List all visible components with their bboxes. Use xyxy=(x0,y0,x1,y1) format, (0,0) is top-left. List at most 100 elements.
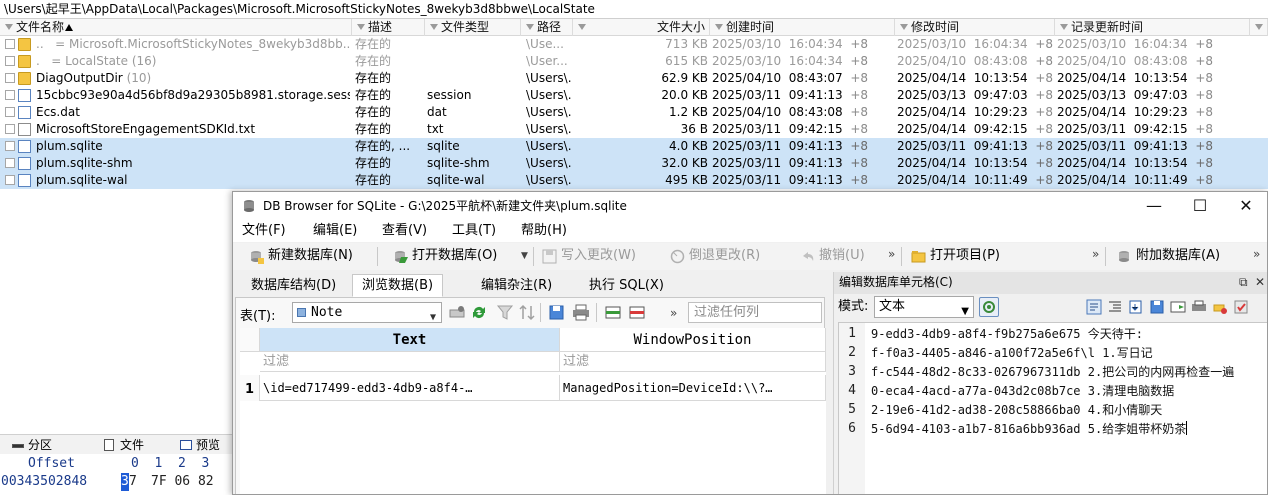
hex-cursor-byte[interactable]: 3 xyxy=(121,473,129,491)
filter-icon[interactable] xyxy=(526,24,534,30)
hex-row[interactable]: 00343502848 3 7 7F 06 82 xyxy=(0,473,238,491)
apply-icon[interactable] xyxy=(1233,299,1249,315)
file-row[interactable]: .. = Microsoft.MicrosoftStickyNotes_8wek… xyxy=(0,36,1268,53)
menu-tools[interactable]: 工具(T) xyxy=(452,223,496,239)
file-row[interactable]: plum.sqlite-wal 存在的 sqlite-wal \Users\... 49… xyxy=(0,172,1268,189)
sort-icon[interactable] xyxy=(518,304,536,321)
column-header-name[interactable]: 文件名称 xyxy=(0,19,352,36)
column-header-size[interactable]: 文件大小 xyxy=(573,19,710,36)
cell-text[interactable]: \id=ed717499-edd3-4db9-a8f4-… xyxy=(260,375,560,401)
grid-corner[interactable] xyxy=(240,328,260,352)
column-header-windowposition[interactable]: WindowPosition xyxy=(560,328,826,352)
minimize-button[interactable]: — xyxy=(1131,192,1177,220)
auto-switch-mode-button[interactable] xyxy=(979,297,999,317)
menu-file[interactable]: 文件(F) xyxy=(242,223,286,239)
open-database-dropdown-icon[interactable]: ▼ xyxy=(521,251,528,261)
row-checkbox[interactable] xyxy=(5,39,15,49)
file-row[interactable]: plum.sqlite-shm 存在的 sqlite-shm \Users\... 32… xyxy=(0,155,1268,172)
write-changes-button[interactable]: 写入更改(W) xyxy=(542,246,636,267)
file-row[interactable]: plum.sqlite 存在的, ... sqlite \Users\... 4.0 K… xyxy=(0,138,1268,155)
clear-cell-icon[interactable] xyxy=(1212,299,1228,315)
row-checkbox[interactable] xyxy=(5,141,15,151)
filter-icon[interactable] xyxy=(900,24,908,30)
close-button[interactable]: ✕ xyxy=(1223,192,1267,220)
row-checkbox[interactable] xyxy=(5,175,15,185)
row-checkbox[interactable] xyxy=(5,56,15,66)
filter-any-column-input[interactable]: 过滤任何列 xyxy=(688,302,822,323)
cell-windowposition[interactable]: ManagedPosition=DeviceId:\\?… xyxy=(560,375,826,401)
title-bar[interactable]: DB Browser for SQLite - G:\2025平航杯\新建文件夹… xyxy=(233,192,1267,220)
editor-line[interactable]: f-f0a3-4405-a846-a100f72a5e6f\l 1.写日记 xyxy=(871,344,1267,362)
file-row[interactable]: MicrosoftStoreEngagementSDKId.txt 存在的 txt \… xyxy=(0,121,1268,138)
close-pane-icon[interactable]: ✕ xyxy=(1255,272,1265,293)
filter-icon[interactable] xyxy=(1060,24,1068,30)
row-number[interactable]: 1 xyxy=(240,375,260,401)
file-row[interactable]: Ecs.dat 存在的 dat \Users\... 1.2 KB 2025/04/10 … xyxy=(0,104,1268,121)
table-select[interactable]: Note ▼ xyxy=(292,302,442,323)
mode-select[interactable]: 文本 ▼ xyxy=(874,296,974,318)
toolbar-more-icon[interactable]: » xyxy=(1092,247,1099,261)
column-header-record-updated[interactable]: 记录更新时间 xyxy=(1055,19,1250,36)
menu-help[interactable]: 帮助(H) xyxy=(521,223,567,239)
column-header-created[interactable]: 创建时间 xyxy=(710,19,895,36)
cell-editor-text-area[interactable]: 1 9-edd3-4db9-a8f4-f9b275a6e675 今天待干: 2 f-f… xyxy=(838,322,1267,494)
clear-filters-icon[interactable] xyxy=(496,304,514,321)
editor-line[interactable]: 2-19e6-41d2-ad38-208c58866ba0 4.和小倩聊天 xyxy=(871,401,1267,419)
refresh-structure-icon[interactable] xyxy=(448,304,466,321)
file-row[interactable]: DiagOutputDir (10) 存在的 \Users\... 62.9 KB 20… xyxy=(0,70,1268,87)
row-checkbox[interactable] xyxy=(5,73,15,83)
file-row[interactable]: . = LocalState (16) 存在的 \User... 615 KB 2025… xyxy=(0,53,1268,70)
indent-icon[interactable] xyxy=(1107,299,1123,315)
save-table-icon[interactable] xyxy=(548,304,566,321)
tab-preview[interactable]: 预览 xyxy=(178,437,220,454)
import-icon[interactable] xyxy=(1128,299,1144,315)
revert-changes-button[interactable]: 倒退更改(R) xyxy=(670,246,760,267)
tab-database-structure[interactable]: 数据库结构(D) xyxy=(241,274,346,297)
column-header-desc[interactable]: 描述 xyxy=(352,19,425,36)
column-header-type[interactable]: 文件类型 xyxy=(425,19,521,36)
filter-text-column[interactable]: 过滤 xyxy=(260,352,560,372)
filter-windowposition-column[interactable]: 过滤 xyxy=(560,352,826,372)
filter-icon[interactable] xyxy=(430,24,438,30)
tab-execute-sql[interactable]: 执行 SQL(X) xyxy=(579,274,674,297)
menu-edit[interactable]: 编辑(E) xyxy=(313,223,357,239)
delete-record-icon[interactable] xyxy=(628,304,646,321)
tab-edit-pragmas[interactable]: 编辑杂注(R) xyxy=(471,274,562,297)
float-pane-icon[interactable]: ⧉ xyxy=(1239,272,1248,293)
tab-browse-data[interactable]: 浏览数据(B) xyxy=(352,274,444,297)
column-header-path[interactable]: 路径 xyxy=(521,19,573,36)
filter-icon[interactable] xyxy=(5,24,13,30)
column-header-text[interactable]: Text xyxy=(260,328,560,352)
column-header-extra[interactable] xyxy=(1250,19,1268,36)
filter-icon[interactable] xyxy=(578,24,586,30)
insert-record-icon[interactable] xyxy=(604,304,622,321)
open-database-button[interactable]: 打开数据库(O) xyxy=(393,246,497,267)
row-checkbox[interactable] xyxy=(5,158,15,168)
row-checkbox[interactable] xyxy=(5,90,15,100)
browse-toolbar-more-icon[interactable]: » xyxy=(670,306,677,320)
column-header-modified[interactable]: 修改时间 xyxy=(895,19,1055,36)
row-checkbox[interactable] xyxy=(5,107,15,117)
export-icon[interactable] xyxy=(1149,299,1165,315)
toolbar-more-icon[interactable]: » xyxy=(1253,247,1260,261)
tab-file[interactable]: 文件 xyxy=(102,437,144,454)
print-icon[interactable] xyxy=(1191,299,1207,315)
editor-line[interactable]: f-c544-48d2-8c33-0267967311db 2.把公司的内网再检… xyxy=(871,363,1267,381)
editor-line[interactable]: 0-eca4-4acd-a77a-043d2c08b7ce 3.清理电脑数据 xyxy=(871,382,1267,400)
editor-line[interactable]: 9-edd3-4db9-a8f4-f9b275a6e675 今天待干: xyxy=(871,325,1267,343)
editor-line[interactable]: 5-6d94-4103-a1b7-816a6bb936ad 5.给李姐带杯奶茶 xyxy=(871,420,1267,438)
refresh-icon[interactable] xyxy=(470,304,488,321)
toolbar-more-icon[interactable]: » xyxy=(888,247,895,261)
filter-icon[interactable] xyxy=(715,24,723,30)
filter-icon[interactable] xyxy=(1255,24,1263,30)
tab-partition[interactable]: 分区 xyxy=(10,437,52,454)
set-null-icon[interactable] xyxy=(1170,299,1186,315)
open-project-button[interactable]: 打开项目(P) xyxy=(911,246,1000,267)
attach-database-button[interactable]: 附加数据库(A) xyxy=(1117,246,1220,267)
undo-button[interactable]: 撤销(U) xyxy=(800,246,865,267)
new-database-button[interactable]: 新建数据库(N) xyxy=(249,246,353,267)
menu-view[interactable]: 查看(V) xyxy=(382,223,427,239)
word-wrap-icon[interactable] xyxy=(1086,299,1102,315)
maximize-button[interactable]: ☐ xyxy=(1177,192,1223,220)
file-row[interactable]: 15cbbc93e90a4d56bf8d9a29305b8981.storage… xyxy=(0,87,1268,104)
